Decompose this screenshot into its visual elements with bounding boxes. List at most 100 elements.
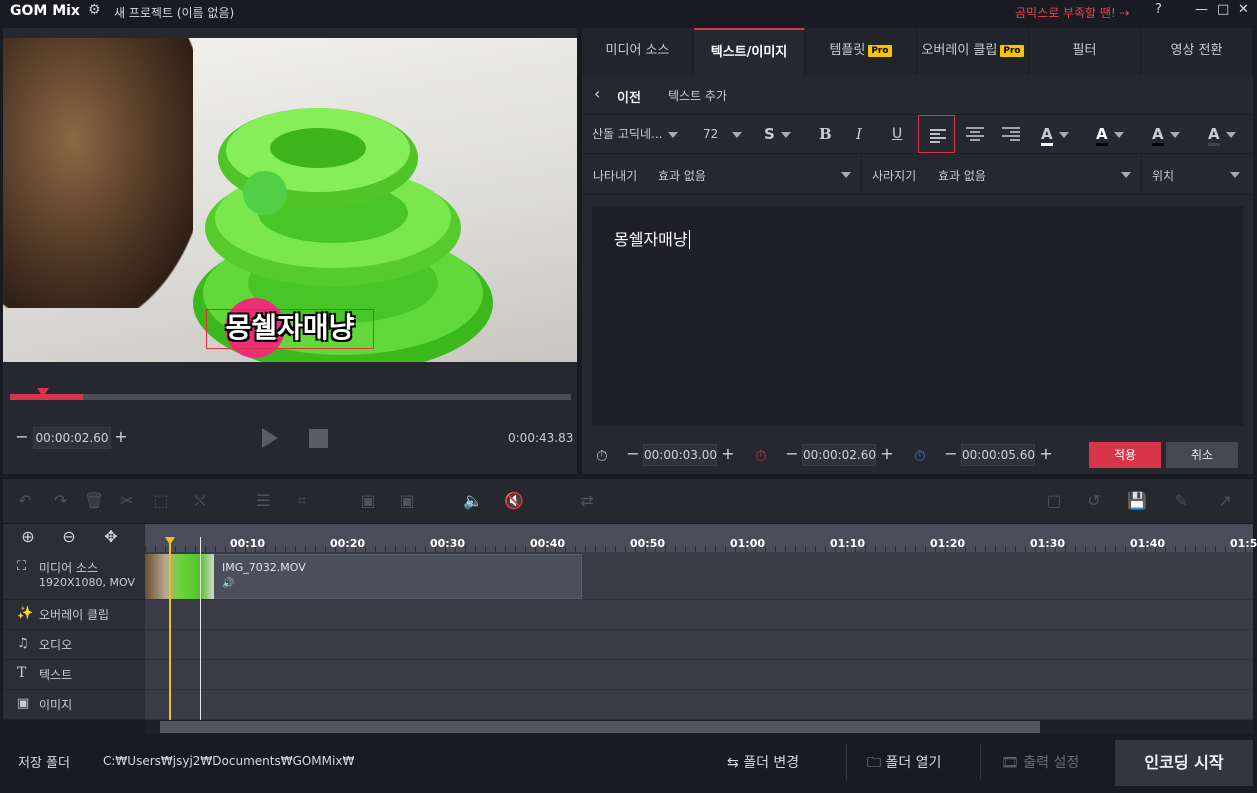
zoom-out-icon[interactable]: ⊖ [57, 527, 81, 549]
text-end-marker[interactable] [200, 537, 201, 720]
pro-badge: Pro [868, 44, 892, 57]
scrollbar-thumb[interactable] [160, 721, 1040, 733]
mute-icon[interactable]: 🔇 [503, 490, 525, 512]
ruler-label: 00:10 [230, 537, 266, 550]
chevron-left-icon[interactable]: ‹ [594, 84, 600, 103]
underline-button[interactable]: U [892, 114, 902, 154]
font-size-select[interactable]: 72 [703, 114, 743, 154]
align-left-icon [930, 129, 946, 143]
plus-icon[interactable]: + [719, 444, 737, 466]
appear-select[interactable]: 효과 없음 [658, 167, 853, 184]
style-select[interactable]: S [764, 114, 791, 154]
delete-icon[interactable]: 🗑 [83, 490, 105, 512]
chevron-down-icon [1230, 172, 1240, 178]
font-color-button[interactable]: A [1041, 114, 1069, 154]
tab-text-image[interactable]: 텍스트/이미지 [694, 28, 805, 75]
seek-handle[interactable] [37, 388, 49, 397]
tab-media-source[interactable]: 미디어 소스 [582, 28, 694, 75]
plus-icon[interactable]: + [878, 444, 896, 466]
background-color-button[interactable]: A [1152, 114, 1180, 154]
tab-transition[interactable]: 영상 전환 [1141, 28, 1253, 75]
play-icon[interactable] [262, 428, 278, 448]
back-button[interactable]: 이전 [617, 87, 641, 106]
fit-icon[interactable]: ✥ [99, 527, 123, 549]
disappear-select[interactable]: 효과 없음 [938, 167, 1133, 184]
crop-icon[interactable]: ⌗ [291, 490, 313, 512]
italic-button[interactable]: I [856, 114, 862, 154]
text-input[interactable]: 몽쉘자매냥 [592, 206, 1243, 426]
text-icon: T [17, 665, 27, 681]
volume-icon[interactable]: 🔈 [462, 490, 484, 512]
align-right-icon[interactable] [1000, 122, 1022, 144]
minus-icon[interactable]: − [13, 427, 31, 449]
zoom-in-icon[interactable]: ⊕ [16, 527, 40, 549]
new-project-icon[interactable]: ▢ [1043, 490, 1065, 512]
cancel-button[interactable]: 취소 [1166, 442, 1238, 468]
ruler-label: 00:30 [430, 537, 466, 550]
close-button[interactable]: ✕ [1238, 2, 1249, 17]
project-title: 새 프로젝트 (이름 없음) [114, 6, 235, 20]
end-time-icon: ⏱ [914, 447, 926, 465]
minimize-button[interactable]: — [1195, 2, 1208, 17]
image-left-icon[interactable]: ▣ [357, 490, 379, 512]
plus-icon[interactable]: + [1037, 444, 1055, 466]
adjust-icon[interactable]: ☰ [252, 490, 274, 512]
output-settings-button[interactable]: 🎞 출력 설정 [1001, 752, 1079, 772]
start-time-icon: ⏱ [755, 447, 767, 465]
select-icon[interactable]: ⬚ [150, 490, 172, 512]
apply-button[interactable]: 적용 [1089, 442, 1161, 468]
playhead[interactable] [169, 537, 171, 720]
track-media: ⛶ 미디어 소스 1920X1080, MOV [3, 552, 145, 600]
swap-icon[interactable]: ⇄ [576, 490, 598, 512]
video-frame-cat [3, 38, 193, 308]
tab-filter[interactable]: 필터 [1029, 28, 1141, 75]
image-icon[interactable]: ▣ [396, 490, 418, 512]
track-text: T 텍스트 [3, 660, 145, 690]
subtitle-overlay[interactable]: 몽쉘자매냥 [206, 309, 374, 349]
seek-bar[interactable] [10, 394, 571, 400]
start-time-field[interactable]: 00:00:02.60 [802, 444, 876, 466]
plus-icon[interactable]: + [112, 427, 130, 449]
shadow-color-button[interactable]: A [1208, 114, 1236, 154]
minus-icon[interactable]: − [942, 444, 960, 466]
minus-icon[interactable]: − [783, 444, 801, 466]
tab-templates[interactable]: 템플릿 Pro [805, 28, 917, 75]
gear-icon[interactable]: ⚙ [88, 2, 101, 18]
encode-start-button[interactable]: 인코딩 시작 [1115, 740, 1253, 786]
outline-color-icon: A [1096, 125, 1108, 146]
outline-color-button[interactable]: A [1096, 114, 1124, 154]
current-time-field[interactable]: 00:00:02.60 [33, 427, 111, 449]
image-icon: ▣ [17, 696, 30, 711]
promo-link[interactable]: 곰믹스로 부족할 땐! ⇢ [1015, 4, 1130, 21]
align-left-button[interactable] [918, 115, 955, 153]
maximize-button[interactable]: □ [1217, 2, 1229, 17]
export-icon[interactable]: ↗ [1214, 490, 1236, 512]
video-preview[interactable]: 몽쉘자매냥 [3, 38, 577, 362]
help-button[interactable]: ? [1155, 2, 1162, 17]
ruler-label: 01:40 [1130, 537, 1166, 550]
background-color-icon: A [1152, 125, 1164, 146]
save-as-icon[interactable]: ✎ [1170, 490, 1192, 512]
bold-button[interactable]: B [819, 114, 832, 154]
stop-icon[interactable] [309, 429, 328, 448]
unlink-icon[interactable]: ⛌ [189, 490, 211, 512]
cut-icon[interactable]: ✂ [116, 490, 138, 512]
undo-icon[interactable]: ↶ [14, 490, 36, 512]
end-time-field[interactable]: 00:00:05.60 [961, 444, 1035, 466]
change-folder-button[interactable]: ⇆ 폴더 변경 [727, 752, 799, 772]
save-icon[interactable]: 💾 [1126, 490, 1148, 512]
ruler-label: 00:50 [630, 537, 666, 550]
chevron-down-icon [1121, 172, 1131, 178]
clip-name: IMG_7032.MOV [222, 561, 306, 574]
redo-icon[interactable]: ↷ [50, 490, 72, 512]
font-select[interactable]: 산돌 고딕네... [592, 114, 679, 154]
duration-field[interactable]: 00:00:03.00 [643, 444, 717, 466]
playhead-handle[interactable] [165, 537, 175, 545]
minus-icon[interactable]: − [624, 444, 642, 466]
tab-overlay-clip[interactable]: 오버레이 클립 Pro [917, 28, 1029, 75]
open-folder-button[interactable]: 🗀 폴더 열기 [867, 752, 941, 776]
align-center-icon[interactable] [964, 122, 986, 144]
load-project-icon[interactable]: ↺ [1083, 490, 1105, 512]
position-select[interactable]: 위치 [1152, 167, 1242, 184]
chevron-down-icon [1225, 131, 1236, 138]
